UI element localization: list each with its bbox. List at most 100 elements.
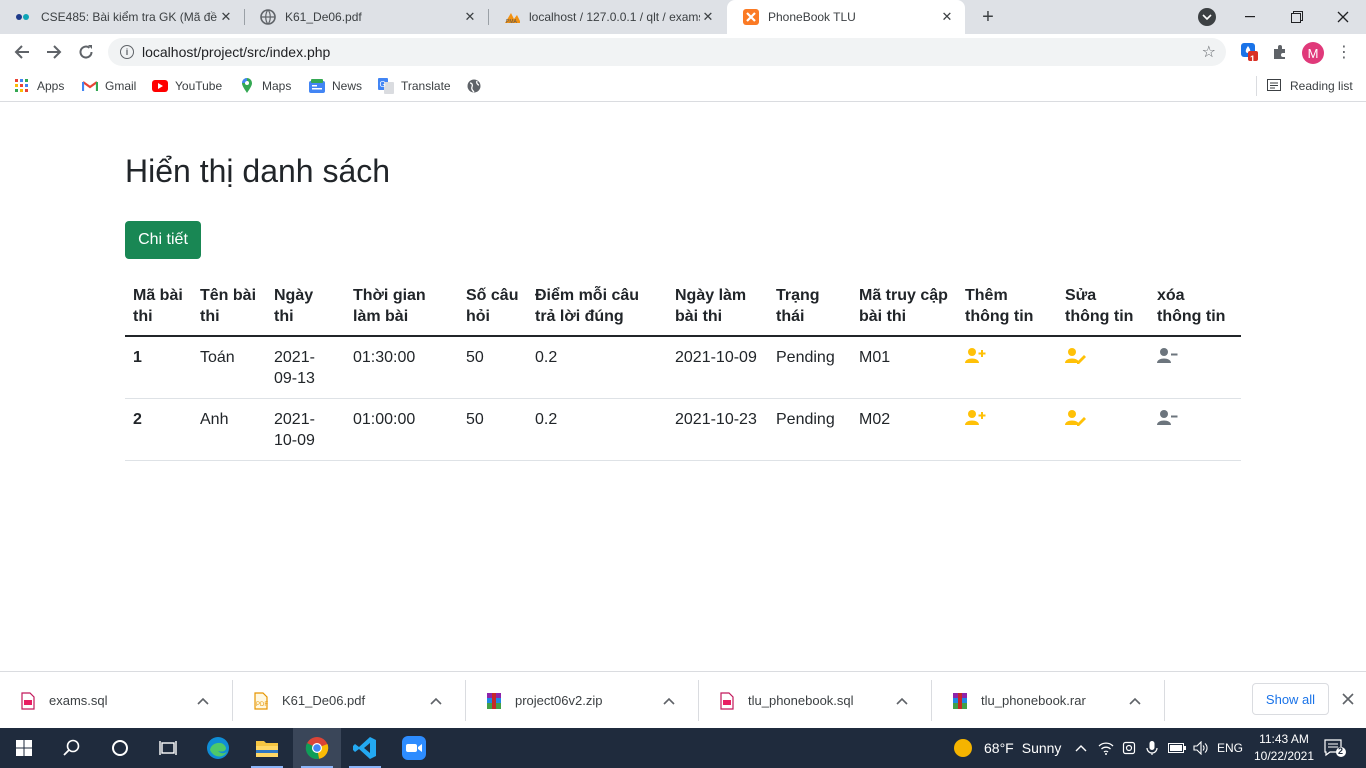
new-tab-button[interactable]: + [976,5,1000,29]
globe-icon [466,78,482,94]
detail-button[interactable]: Chi tiết [125,221,201,259]
cell-access-code: M02 [851,398,957,461]
bookmark-star-icon[interactable]: ☆ [1202,42,1216,62]
download-item[interactable]: PDF K61_De06.pdf [233,672,466,729]
bookmark-label: Gmail [105,79,137,93]
download-name: tlu_phonebook.rar [981,693,1086,708]
tab-phonebook[interactable]: PhoneBook TLU ✕ [727,0,965,34]
show-all-downloads-button[interactable]: Show all [1252,683,1329,715]
bookmark-apps[interactable]: Apps [14,76,64,96]
vscode-icon[interactable] [341,728,389,768]
bookmark-news[interactable]: News [309,76,362,96]
site-info-icon[interactable]: i [120,45,134,59]
cell-status: Pending [768,336,851,399]
close-tab-icon[interactable]: ✕ [939,9,955,25]
wifi-icon[interactable] [1097,728,1115,768]
chrome-icon[interactable] [293,728,341,768]
cell-exam-id: 1 [125,336,192,399]
bookmark-gmail[interactable]: Gmail [82,76,136,96]
download-item[interactable]: project06v2.zip [466,672,699,729]
tab-cse485[interactable]: CSE485: Bài kiểm tra GK (Mã đề C ✕ [0,0,245,34]
weather-widget[interactable]: 68°F Sunny [954,728,1061,768]
reload-icon[interactable] [72,38,100,66]
back-arrow-icon[interactable] [8,38,36,66]
forward-arrow-icon[interactable] [40,38,68,66]
cell-status: Pending [768,398,851,461]
bookmark-globe[interactable] [466,76,489,96]
tab-pdf[interactable]: K61_De06.pdf ✕ [244,0,489,34]
extension-drop-icon[interactable]: 1 [1240,43,1258,64]
profile-avatar[interactable]: M [1302,42,1324,64]
microphone-icon[interactable] [1143,728,1161,768]
search-icon[interactable] [48,728,96,768]
chevron-up-icon[interactable] [1129,694,1151,708]
notification-count: 2 [1338,746,1344,756]
phpmyadmin-icon: PMA [504,9,520,25]
windows-start-icon[interactable] [0,728,48,768]
cell-exam-name: Anh [192,398,266,461]
user-plus-icon[interactable] [965,409,987,427]
chevron-up-icon[interactable] [1072,728,1090,768]
chevron-up-icon[interactable] [430,694,452,708]
xampp-icon [743,9,759,25]
file-explorer-icon[interactable] [243,728,291,768]
chevron-up-icon[interactable] [896,694,918,708]
table-row: 2 Anh 2021- 10-09 01:00:00 50 0.2 2021-10… [125,398,1241,461]
notification-center-icon[interactable]: 2 [1324,738,1346,758]
download-item[interactable]: tlu_phonebook.sql [699,672,932,729]
task-view-icon[interactable] [144,728,192,768]
tab-title: PhoneBook TLU [768,10,856,24]
bookmark-translate[interactable]: G Translate [378,76,451,96]
zoom-icon[interactable] [390,728,438,768]
close-shelf-icon[interactable] [1339,690,1357,708]
download-item[interactable]: exams.sql [0,672,233,729]
restore-icon[interactable] [1274,0,1320,34]
windows-taskbar: 68°F Sunny ENG 11:43 AM 10/22/2021 2 [0,728,1366,768]
user-minus-icon[interactable] [1157,409,1179,427]
file-icon [720,691,734,710]
table-row: 1 Toán 2021- 09-13 01:30:00 50 0.2 2021-1… [125,336,1241,399]
minimize-icon[interactable] [1228,0,1274,34]
bookmark-label: News [332,79,363,93]
browser-menu-icon[interactable]: ⋮ [1336,42,1352,62]
edge-icon[interactable] [194,728,242,768]
address-bar[interactable]: i localhost/project/src/index.php ☆ [108,38,1226,66]
download-name: project06v2.zip [515,693,603,708]
extension-badge: 1 [1250,54,1256,64]
cell-exam-id: 2 [125,398,192,461]
globe-icon [260,9,276,25]
chevron-up-icon[interactable] [663,694,685,708]
volume-icon[interactable] [1191,728,1211,768]
cell-edit [1057,398,1149,461]
user-edit-icon[interactable] [1065,347,1087,365]
close-window-icon[interactable] [1320,0,1366,34]
bookmark-youtube[interactable]: YouTube [152,76,222,96]
reading-list-button[interactable]: Reading list [1256,76,1353,96]
close-tab-icon[interactable]: ✕ [218,9,234,25]
bookmark-maps[interactable]: Maps [239,76,291,96]
column-header-points: Điểm mỗi câu trả lời đúng [527,281,667,337]
chevron-up-icon[interactable] [197,694,219,708]
bookmark-label: Translate [401,79,451,93]
cell-delete [1149,398,1241,461]
column-header-status: Trạng thái [768,281,851,337]
battery-icon[interactable] [1167,728,1187,768]
user-minus-icon[interactable] [1157,347,1179,365]
cortana-icon[interactable] [96,728,144,768]
teams-dots-icon [16,9,32,25]
user-plus-icon[interactable] [965,347,987,365]
webcam-icon[interactable] [1120,728,1138,768]
close-tab-icon[interactable]: ✕ [700,9,716,25]
close-tab-icon[interactable]: ✕ [462,9,478,25]
tab-phpmyadmin[interactable]: PMA localhost / 127.0.0.1 / qlt / exams … [488,0,726,34]
extensions-puzzle-icon[interactable] [1271,43,1289,61]
cell-exam-name: Toán [192,336,266,399]
user-edit-icon[interactable] [1065,409,1087,427]
download-item[interactable]: tlu_phonebook.rar [932,672,1165,729]
cell-delete [1149,336,1241,399]
language-indicator[interactable]: ENG [1214,728,1246,768]
bookmark-label: YouTube [175,79,223,93]
system-clock[interactable]: 11:43 AM 10/22/2021 [1250,731,1318,765]
tab-title: CSE485: Bài kiểm tra GK (Mã đề C [41,10,218,24]
tab-search-icon[interactable] [1198,8,1216,26]
